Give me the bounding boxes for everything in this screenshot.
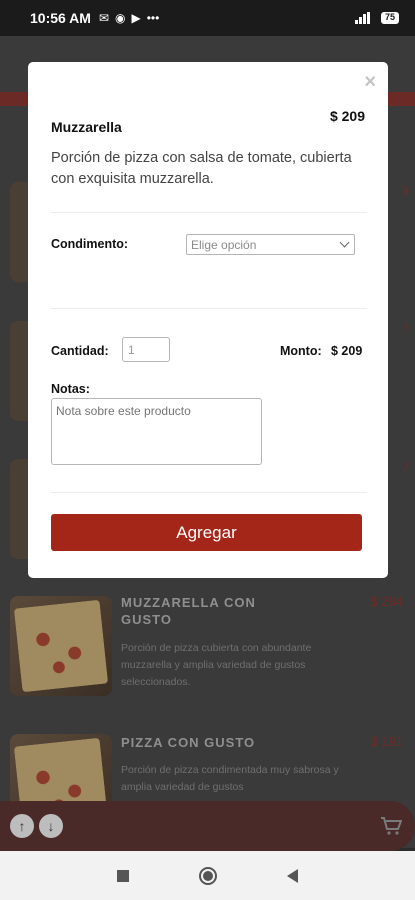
more-dots-icon: ••• <box>146 11 160 25</box>
cart-icon[interactable] <box>377 812 405 840</box>
notes-textarea[interactable] <box>51 398 262 465</box>
product-name: Muzzarella <box>51 119 122 135</box>
home-icon[interactable] <box>199 866 217 885</box>
system-nav-bar <box>0 851 415 900</box>
product-price-partial: 7 <box>402 322 409 336</box>
signal-icon <box>354 12 373 24</box>
product-thumbnail <box>10 459 30 559</box>
add-to-cart-button[interactable]: Agregar <box>51 514 362 551</box>
product-price: $ 209 <box>329 108 365 124</box>
product-price-partial: 9 <box>402 184 409 198</box>
divider <box>51 308 367 309</box>
mail-icon: ✉ <box>98 11 110 25</box>
divider <box>51 492 367 493</box>
recents-icon[interactable] <box>117 869 129 882</box>
amount-label: Monto: <box>280 344 322 358</box>
product-name: PIZZA CON GUSTO <box>121 735 256 750</box>
arrow-up-icon[interactable]: ↑ <box>10 814 34 838</box>
quantity-input[interactable] <box>122 337 170 362</box>
quantity-label: Cantidad: <box>51 344 109 358</box>
condiment-select[interactable]: Elige opción <box>186 234 355 255</box>
amount-value: $ 209 <box>331 344 363 358</box>
condiment-label: Condimento: <box>51 237 129 251</box>
chevron-down-icon <box>339 237 350 248</box>
arrow-down-icon[interactable]: ↓ <box>39 814 63 838</box>
product-name: MUZZARELLA CON GUSTO <box>121 595 256 627</box>
product-price: $ 284 <box>370 594 403 609</box>
close-icon[interactable]: × <box>364 72 376 92</box>
product-modal: × Muzzarella $ 209 Porción de pizza con … <box>28 62 388 578</box>
status-bar: 10:56 AM ✉ ◉ ▶ ••• 75 <box>0 0 415 36</box>
notes-label: Notas: <box>51 382 90 396</box>
product-description: Porción de pizza condimentada muy sabros… <box>121 764 339 793</box>
product-thumbnail <box>10 596 112 696</box>
record-icon: ◉ <box>115 11 126 25</box>
divider <box>51 212 367 213</box>
product-price: $ 191 <box>370 734 403 749</box>
bottom-action-bar: ↑ ↓ <box>0 801 415 851</box>
product-thumbnail <box>10 321 30 421</box>
product-thumbnail <box>10 182 30 282</box>
product-description: Porción de pizza con salsa de tomate, cu… <box>51 150 352 187</box>
condiment-select-value: Elige opción <box>191 237 257 252</box>
product-price-partial: 7 <box>402 461 409 475</box>
status-time: 10:56 AM <box>30 10 91 26</box>
back-icon[interactable] <box>287 868 298 883</box>
product-description: Porción de pizza cubierta con abundante … <box>121 642 312 688</box>
play-icon: ▶ <box>131 11 141 25</box>
battery-icon: 75 <box>380 12 399 24</box>
